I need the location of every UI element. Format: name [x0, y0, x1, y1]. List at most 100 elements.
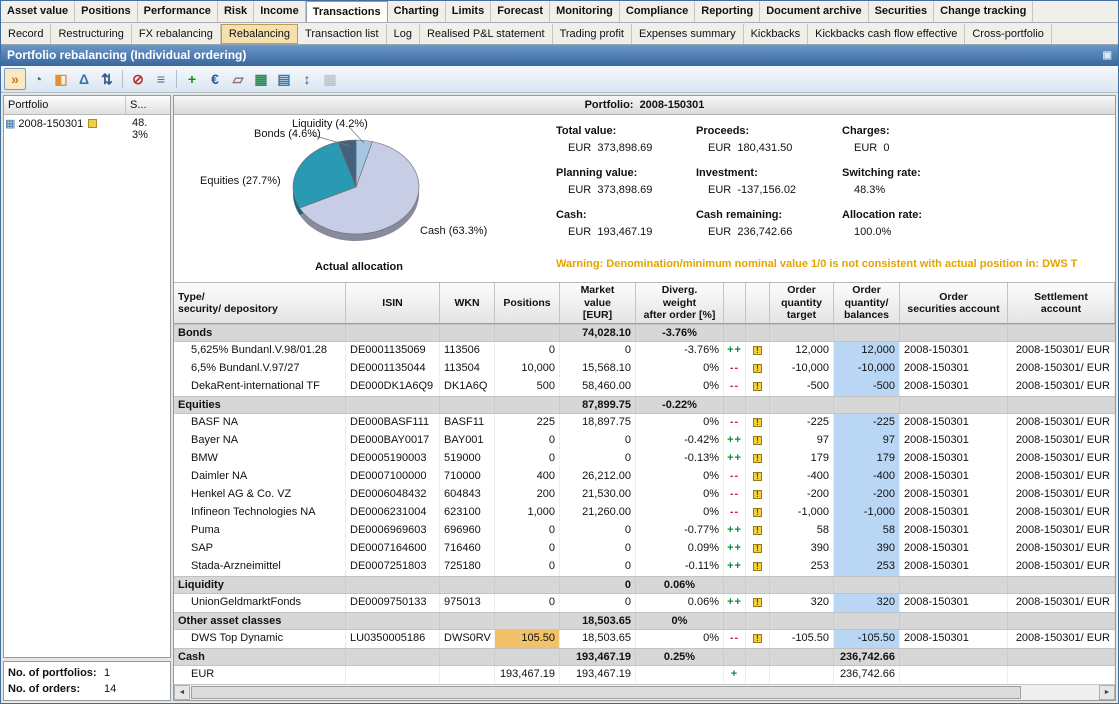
cell-order-quantity-balance[interactable]: -500	[834, 378, 900, 396]
tab-reporting[interactable]: Reporting	[695, 1, 760, 22]
tab-change-tracking[interactable]: Change tracking	[934, 1, 1033, 22]
cell-order-quantity-balance[interactable]: 253	[834, 558, 900, 576]
tab-forecast[interactable]: Forecast	[491, 1, 550, 22]
target-structure-button[interactable]: ◧	[50, 68, 72, 90]
portfolio-list-item[interactable]: ▦ 2008-150301 48.3%	[4, 115, 170, 143]
tab-document-archive[interactable]: Document archive	[760, 1, 868, 22]
col-header-positions[interactable]: Positions	[495, 283, 560, 323]
tab-performance[interactable]: Performance	[138, 1, 218, 22]
expand-panel-button[interactable]: »	[4, 68, 26, 90]
cell-order-quantity-balance[interactable]: -105.50	[834, 630, 900, 648]
subtab-cross-portfolio[interactable]: Cross-portfolio	[965, 24, 1052, 44]
table-row-daimler-na[interactable]: Daimler NADE000710000071000040026,212.00…	[174, 468, 1115, 486]
subtab-realised-p-l-statement[interactable]: Realised P&L statement	[420, 24, 553, 44]
cell-order-quantity-balance[interactable]: 390	[834, 540, 900, 558]
group-row-liquidity[interactable]: Liquidity00.06%	[174, 576, 1115, 594]
clear-orders-button[interactable]: ▱	[227, 68, 249, 90]
scrollbar-thumb[interactable]	[191, 686, 1021, 699]
tab-securities[interactable]: Securities	[869, 1, 935, 22]
cell-order-quantity-balance[interactable]: 179	[834, 450, 900, 468]
table-row-5-625-bundanl-v-98-01-28[interactable]: 5,625% Bundanl.V.98/01.28DE0001135069113…	[174, 342, 1115, 360]
subtab-restructuring[interactable]: Restructuring	[51, 24, 131, 44]
cell-order-quantity-balance[interactable]: -200	[834, 486, 900, 504]
tab-limits[interactable]: Limits	[446, 1, 491, 22]
cell-divergence: -0.13%	[636, 450, 724, 468]
portfolio-column-header[interactable]: Portfolio	[4, 96, 126, 114]
settings-sliders-button[interactable]: ≡	[150, 68, 172, 90]
col-header-order-quantity-target[interactable]: Order quantity target	[770, 283, 834, 323]
filter-off-button[interactable]: ⊘	[127, 68, 149, 90]
col-header-wkn[interactable]: WKN	[440, 283, 495, 323]
order-sort-button[interactable]: ⇅	[96, 68, 118, 90]
tab-monitoring[interactable]: Monitoring	[550, 1, 620, 22]
tab-risk[interactable]: Risk	[218, 1, 254, 22]
cell-order-quantity-balance[interactable]: -1,000	[834, 504, 900, 522]
subtab-trading-profit[interactable]: Trading profit	[553, 24, 632, 44]
cell-order-quantity-balance[interactable]: -400	[834, 468, 900, 486]
tab-compliance[interactable]: Compliance	[620, 1, 695, 22]
table-row-henkel-ag-co-vz[interactable]: Henkel AG & Co. VZDE00060484326048432002…	[174, 486, 1115, 504]
cell-order-quantity-balance[interactable]: 12,000	[834, 342, 900, 360]
table-row-uniongeldmarktfonds[interactable]: UnionGeldmarktFondsDE0009750133975013000…	[174, 594, 1115, 612]
group-row-cash[interactable]: Cash193,467.190.25%236,742.66	[174, 648, 1115, 666]
col-header-order-securities-account[interactable]: Order securities account	[900, 283, 1008, 323]
euro-button[interactable]: €	[204, 68, 226, 90]
subtab-log[interactable]: Log	[387, 24, 420, 44]
add-order-button[interactable]: +	[181, 68, 203, 90]
table-row-stada-arzneimittel[interactable]: Stada-ArzneimittelDE000725180372518000-0…	[174, 558, 1115, 576]
table-row-dekarent-international-tf[interactable]: DekaRent-international TFDE000DK1A6Q9DK1…	[174, 378, 1115, 396]
col-header-order-quantity-balances[interactable]: Order quantity/ balances	[834, 283, 900, 323]
table-row-bmw[interactable]: BMWDE000519000351900000-0.13%++!17917920…	[174, 450, 1115, 468]
table-row-infineon-technologies-na[interactable]: Infineon Technologies NADE00062310046231…	[174, 504, 1115, 522]
table-row-sap[interactable]: SAPDE0007164600716460000.09%++!390390200…	[174, 540, 1115, 558]
col-header-settlement-account[interactable]: Settlement account	[1008, 283, 1115, 323]
cell-order-quantity-target: 97	[770, 432, 834, 450]
warning-icon: !	[753, 508, 762, 517]
table-row-basf-na[interactable]: BASF NADE000BASF111BASF1122518,897.750%-…	[174, 414, 1115, 432]
group-row-equities[interactable]: Equities87,899.75-0.22%	[174, 396, 1115, 414]
col-header-blank[interactable]	[746, 283, 770, 323]
cell-order-quantity-balance[interactable]: -10,000	[834, 360, 900, 378]
order-book-button[interactable]: ▤	[273, 68, 295, 90]
tab-income[interactable]: Income	[254, 1, 306, 22]
subtab-transaction-list[interactable]: Transaction list	[298, 24, 387, 44]
col-header-type-security-depository[interactable]: Type/ security/ depository	[174, 283, 346, 323]
allocation-pie-button[interactable]: ◔	[27, 68, 49, 90]
table-row-bayer-na[interactable]: Bayer NADE000BAY0017BAY00100-0.42%++!979…	[174, 432, 1115, 450]
subtab-expenses-summary[interactable]: Expenses summary	[632, 24, 744, 44]
tab-asset-value[interactable]: Asset value	[1, 1, 75, 22]
status-column-header[interactable]: S...	[126, 96, 170, 114]
delta-button[interactable]: Δ	[73, 68, 95, 90]
table-row-6-5-bundanl-v-97-27[interactable]: 6,5% Bundanl.V.97/27DE000113504411350410…	[174, 360, 1115, 378]
scroll-left-button[interactable]: ◄	[174, 685, 190, 700]
cell-order-quantity-balance[interactable]: 97	[834, 432, 900, 450]
tab-transactions[interactable]: Transactions	[306, 1, 388, 22]
col-header-market-value-eur[interactable]: Market value [EUR]	[560, 283, 636, 323]
subtab-rebalancing[interactable]: Rebalancing	[221, 24, 298, 44]
subtab-kickbacks[interactable]: Kickbacks	[744, 24, 809, 44]
renumber-button[interactable]: ↕	[296, 68, 318, 90]
cell-order-quantity-balance[interactable]: -225	[834, 414, 900, 432]
group-row-other-asset-classes[interactable]: Other asset classes18,503.650%	[174, 612, 1115, 630]
cell-order-quantity-balance[interactable]: 58	[834, 522, 900, 540]
subtab-kickbacks-cash-flow-effective[interactable]: Kickbacks cash flow effective	[808, 24, 965, 44]
cell-order-quantity-balance	[834, 397, 900, 413]
col-header-diverg-weight-after-order[interactable]: Diverg. weight after order [%]	[636, 283, 724, 323]
group-row-bonds[interactable]: Bonds74,028.10-3.76%	[174, 324, 1115, 342]
tab-charting[interactable]: Charting	[388, 1, 446, 22]
table-row-puma[interactable]: PumaDE000696960369696000-0.77%++!5858200…	[174, 522, 1115, 540]
chart-orders-button[interactable]: ▦	[250, 68, 272, 90]
table-row-dws-top-dynamic[interactable]: DWS Top DynamicLU0350005186DWS0RV105.501…	[174, 630, 1115, 648]
tab-positions[interactable]: Positions	[75, 1, 138, 22]
cell-wkn	[440, 649, 495, 665]
scrollbar-track[interactable]	[1022, 685, 1099, 700]
col-header-isin[interactable]: ISIN	[346, 283, 440, 323]
col-header-blank[interactable]	[724, 283, 746, 323]
subtab-fx-rebalancing[interactable]: FX rebalancing	[132, 24, 221, 44]
scroll-right-button[interactable]: ►	[1099, 685, 1115, 700]
table-body: Bonds74,028.10-3.76%5,625% Bundanl.V.98/…	[174, 324, 1115, 684]
table-row-eur[interactable]: EUR193,467.19193,467.19+236,742.66	[174, 666, 1115, 684]
subtab-record[interactable]: Record	[1, 24, 51, 44]
window-pin-icon[interactable]: ▣	[1103, 45, 1112, 66]
cell-order-quantity-balance[interactable]: 320	[834, 594, 900, 612]
